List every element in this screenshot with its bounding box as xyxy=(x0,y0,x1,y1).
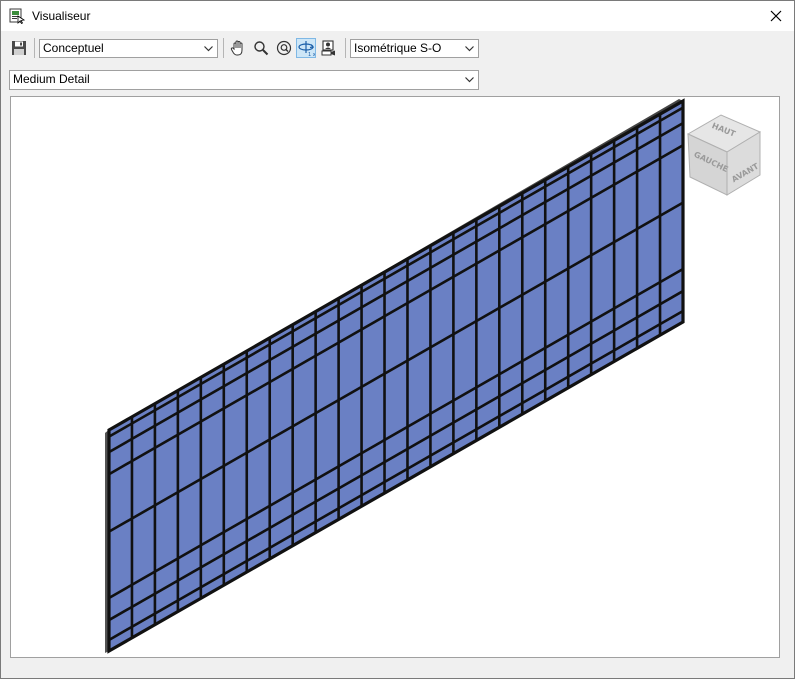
svg-text:1 x: 1 x xyxy=(308,52,315,57)
chevron-down-icon xyxy=(465,77,474,83)
close-icon xyxy=(770,10,782,22)
orbit-icon: 1 x xyxy=(298,41,315,57)
zoom-icon xyxy=(254,41,269,56)
toolbar: Conceptuel 1 x Isométrique S-O xyxy=(1,31,794,65)
title-bar: Visualiseur xyxy=(1,1,794,31)
zoom-button[interactable] xyxy=(251,38,271,58)
save-icon xyxy=(12,41,26,55)
window-title: Visualiseur xyxy=(32,9,91,23)
detail-level-value: Medium Detail xyxy=(13,72,90,86)
camera-icon xyxy=(321,40,335,56)
view-orientation-value: Isométrique S-O xyxy=(354,41,442,55)
pan-icon xyxy=(230,40,243,56)
curtain-panel-face xyxy=(108,99,684,653)
detail-level-select[interactable]: Medium Detail xyxy=(9,70,479,90)
toolbar-separator xyxy=(34,38,35,58)
view-orientation-select[interactable]: Isométrique S-O xyxy=(350,39,479,58)
chevron-down-icon xyxy=(465,46,474,52)
viewer-window: Visualiseur Conceptuel 1 x Isométrique S… xyxy=(0,0,795,679)
viewcube[interactable]: HAUT GAUCHE AVANT xyxy=(686,114,762,196)
visual-style-value: Conceptuel xyxy=(43,41,104,55)
chevron-down-icon xyxy=(204,46,213,52)
close-button[interactable] xyxy=(758,1,794,31)
curtain-wall-model: HAUT GAUCHE AVANT xyxy=(105,98,762,654)
visual-style-select[interactable]: Conceptuel xyxy=(39,39,218,58)
orbit-button[interactable]: 1 x xyxy=(296,38,316,58)
pan-button[interactable] xyxy=(228,38,248,58)
save-button[interactable] xyxy=(9,38,29,58)
3d-viewport[interactable]: HAUT GAUCHE AVANT xyxy=(10,96,780,658)
toolbar-separator xyxy=(345,38,346,58)
app-viewer-icon xyxy=(9,8,26,25)
zoom-fit-button[interactable] xyxy=(274,38,294,58)
zoom-fit-icon xyxy=(276,40,292,56)
toolbar-separator xyxy=(223,38,224,58)
camera-button[interactable] xyxy=(319,38,339,58)
